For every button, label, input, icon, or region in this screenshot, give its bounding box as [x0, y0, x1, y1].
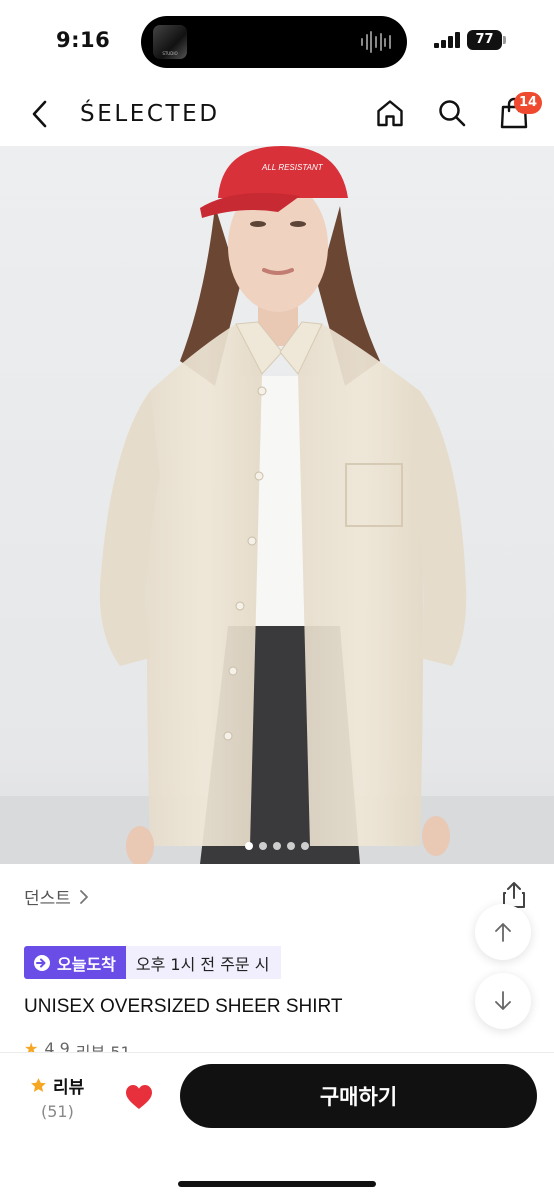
cellular-signal-icon — [434, 32, 460, 48]
top-nav-bar: ŚELECTED — [0, 84, 554, 146]
carousel-pager[interactable] — [0, 842, 554, 850]
audio-waveform-icon — [361, 30, 391, 54]
pager-dot[interactable] — [245, 842, 253, 850]
now-playing-thumbnail: STUDIO — [153, 25, 187, 59]
bottom-action-bar: 리뷰 (51) 구매하기 — [0, 1052, 554, 1200]
review-summary-button[interactable]: 리뷰 (51) — [30, 1073, 110, 1121]
delivery-badge-label: 오늘도착 — [57, 954, 116, 974]
now-playing-thumbnail-label: STUDIO — [162, 51, 178, 56]
brand-link[interactable]: 던스트 — [24, 884, 89, 909]
back-button[interactable] — [22, 96, 58, 132]
heart-icon — [126, 1085, 152, 1109]
status-time: 9:16 — [56, 28, 111, 52]
review-label: 리뷰 — [53, 1078, 85, 1098]
dynamic-island: STUDIO — [141, 16, 407, 68]
rating-value: 4.9 — [44, 1039, 70, 1053]
star-icon: ★ — [24, 1039, 39, 1053]
home-icon — [377, 100, 403, 127]
fast-delivery-icon — [34, 954, 50, 971]
brand-link-label: 던스트 — [24, 889, 71, 909]
status-bar: 9:16 STUDIO 77 — [0, 0, 554, 84]
arrow-up-icon — [495, 923, 511, 942]
review-label-row: 리뷰 — [30, 1073, 110, 1098]
arrow-down-icon — [495, 991, 511, 1010]
pager-dot[interactable] — [273, 842, 281, 850]
product-image-carousel[interactable]: ALL RESISTANT — [0, 146, 554, 864]
scroll-to-top-button[interactable] — [475, 904, 531, 960]
brand-logo[interactable]: ŚELECTED — [80, 101, 220, 127]
delivery-info: 오늘도착 오후 1시 전 주문 시 — [24, 946, 282, 979]
buy-button[interactable]: 구매하기 — [180, 1064, 537, 1128]
delivery-note: 오후 1시 전 주문 시 — [125, 946, 282, 979]
star-icon — [31, 1078, 46, 1092]
wishlist-button[interactable] — [121, 1079, 157, 1115]
cap-logo-text: ALL RESISTANT — [261, 163, 324, 172]
pager-dot[interactable] — [259, 842, 267, 850]
product-title: UNISEX OVERSIZED SHEER SHIRT — [24, 996, 343, 1017]
pager-dot[interactable] — [301, 842, 309, 850]
cart-count-badge: 14 — [514, 92, 543, 114]
home-button[interactable] — [372, 95, 408, 131]
review-count: (51) — [41, 1102, 74, 1121]
battery-cap — [503, 36, 506, 44]
product-photo: ALL RESISTANT — [0, 146, 554, 864]
scroll-down-button[interactable] — [475, 973, 531, 1029]
pager-dot[interactable] — [287, 842, 295, 850]
chevron-right-icon — [80, 889, 88, 904]
search-button[interactable] — [434, 95, 470, 131]
home-indicator — [178, 1181, 376, 1187]
rating-review-label: 리뷰 51 — [75, 1043, 131, 1053]
search-icon — [439, 100, 466, 127]
delivery-badge: 오늘도착 — [24, 946, 126, 979]
battery-icon: 77 — [467, 30, 502, 50]
back-arrow-icon — [32, 100, 47, 128]
rating-summary[interactable]: ★ 4.9 리뷰 51 — [24, 1039, 131, 1053]
